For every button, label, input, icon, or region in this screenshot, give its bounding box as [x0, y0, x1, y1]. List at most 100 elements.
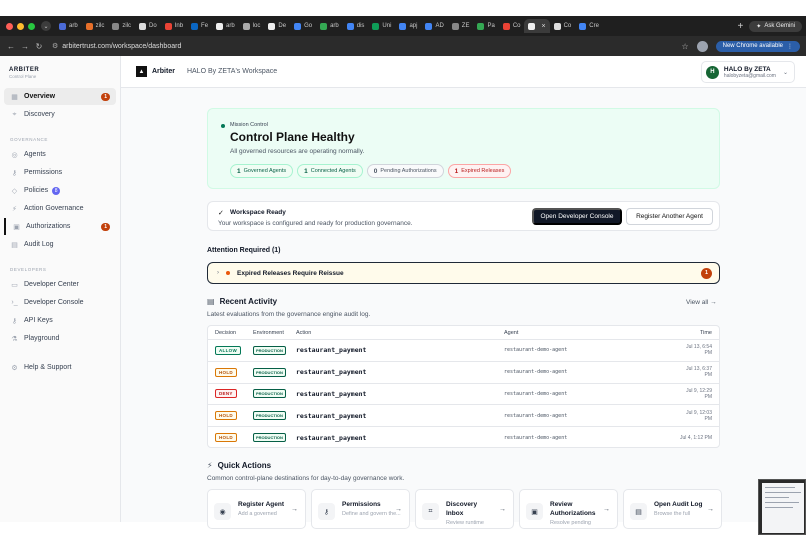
browser-tab[interactable]: Fe [187, 19, 212, 33]
browser-tab[interactable]: arb [316, 19, 343, 33]
view-all-link[interactable]: View all → [686, 299, 717, 306]
browser-tab[interactable]: Co [499, 19, 525, 33]
sidebar-item-label: Audit Log [24, 241, 54, 248]
forward-icon[interactable]: → [18, 42, 32, 51]
sidebar-item-audit-log[interactable]: ▤ Audit Log [4, 236, 116, 253]
sidebar-item-authorizations[interactable]: ▣ Authorizations 1 [4, 218, 116, 235]
tab-label: De [278, 23, 287, 29]
terminal-icon: ▭ [11, 281, 18, 289]
table-row[interactable]: HOLD PRODUCTION restaurant_payment restaura… [208, 427, 719, 447]
table-row[interactable]: ALLOW PRODUCTION restaurant_payment restaur… [208, 340, 719, 362]
sidebar-item-api-keys[interactable]: ⚷ API Keys [4, 312, 116, 329]
quick-action-open-audit-log[interactable]: ▤ Open Audit Log Browse the full → [623, 489, 722, 529]
count-badge: 1 [101, 92, 110, 101]
browser-tab[interactable]: × [524, 19, 550, 33]
attention-item-label: Expired Releases Require Reissue [237, 269, 344, 277]
browser-tab[interactable]: dis [343, 19, 369, 33]
browser-tab[interactable]: arb [55, 19, 82, 33]
stat-count: 1 [237, 167, 241, 175]
stat-pill[interactable]: 1 Governed Agents [230, 164, 294, 178]
tab-search-icon[interactable]: ⌄ [41, 21, 51, 31]
profile-avatar[interactable] [696, 40, 708, 52]
sidebar-item-playground[interactable]: ⚗ Playground [4, 330, 116, 347]
register-another-agent-button[interactable]: Register Another Agent [626, 208, 713, 225]
sidebar-item-developer-center[interactable]: ▭ Developer Center [4, 276, 116, 293]
browser-tab[interactable]: Do [135, 19, 161, 33]
browser-tab[interactable]: arb [212, 19, 239, 33]
site-info-icon[interactable]: ⚙ [52, 42, 58, 50]
stat-pill[interactable]: 1 Expired Releases [447, 164, 512, 178]
sidebar-item-label: Help & Support [24, 364, 72, 371]
browser-tab-strip: ⌄ arb zilc zilc Do Inb Fe arb loc De Go arb dis Uni a… [0, 16, 806, 36]
warning-dot-icon [226, 271, 230, 275]
table-row[interactable]: HOLD PRODUCTION restaurant_payment restaura… [208, 405, 719, 428]
tab-label: Fe [201, 23, 209, 29]
bookmark-star-icon[interactable]: ☆ [681, 42, 688, 51]
log-icon: ▤ [11, 241, 18, 249]
browser-tab[interactable]: De [264, 19, 290, 33]
close-tab-icon[interactable]: × [541, 23, 545, 30]
browser-tab[interactable]: zilc [108, 19, 135, 33]
quick-action-discovery-inbox[interactable]: ⌗ Discovery Inbox Review runtime → [415, 489, 514, 529]
browser-tab[interactable]: Inb [161, 19, 187, 33]
sidebar-item-discovery[interactable]: ⌖ Discovery [4, 106, 116, 123]
quick-action-title: Discovery Inbox [446, 501, 478, 517]
sidebar-item-overview[interactable]: ▦ Overview 1 [4, 88, 116, 105]
tab-favicon-icon [191, 22, 199, 30]
sidebar-item-agents[interactable]: ◎ Agents [4, 146, 116, 163]
browser-tab[interactable]: Go [290, 19, 316, 33]
arbiter-logo-icon[interactable]: ▲ [136, 66, 147, 77]
browser-tab[interactable]: ZE [448, 19, 474, 33]
stat-pill[interactable]: 0 Pending Authorizations [366, 164, 444, 178]
decision-badge: ALLOW [215, 345, 241, 355]
minimize-window-button[interactable] [17, 22, 24, 30]
tab-favicon-icon [294, 22, 302, 30]
environment-badge: PRODUCTION [253, 367, 286, 377]
sidebar-item-permissions[interactable]: ⚷ Permissions [4, 164, 116, 181]
column-time: Time [699, 329, 712, 336]
browser-tab[interactable]: zilc [82, 19, 109, 33]
time-cell: Jul 13, 6:54 PM [686, 344, 712, 357]
new-chrome-available-button[interactable]: New Chrome available ⋮ [715, 40, 800, 52]
sidebar-item-policies[interactable]: ◇ Policies 8 [4, 182, 116, 199]
tab-label: AD [435, 23, 444, 29]
browser-tab[interactable]: Pa [473, 19, 498, 33]
browser-tab[interactable]: apj [395, 19, 421, 33]
tab-favicon-icon [579, 22, 587, 30]
zoom-window-button[interactable] [28, 22, 35, 30]
sidebar-item-developer-console[interactable]: ›_ Developer Console [4, 294, 116, 311]
quick-actions-title: Quick Actions [217, 461, 272, 470]
table-row[interactable]: DENY PRODUCTION restaurant_payment restaura… [208, 384, 719, 406]
ask-gemini-button[interactable]: ✦ Ask Gemini [749, 20, 802, 32]
check-icon: ✓ [218, 210, 224, 217]
url-field[interactable]: ⚙ arbitertrust.com/workspace/dashboard [52, 42, 681, 51]
tab-label: Do [149, 23, 157, 29]
browser-tab[interactable]: Cre [575, 19, 603, 33]
page-title: Control Plane Healthy [230, 130, 355, 144]
stat-pill[interactable]: 1 Connected Agents [297, 164, 363, 178]
sidebar-top-nav: ▦ Overview 1 ⌖ Discovery [0, 88, 120, 123]
sidebar-item-label: Developer Console [24, 299, 84, 306]
user-menu[interactable]: H HALO By ZETA halobyzeta@gmail.com ⌄ [700, 61, 795, 83]
back-icon[interactable]: ← [4, 42, 18, 51]
attention-item[interactable]: › Expired Releases Require Reissue 1 [207, 262, 720, 284]
reload-icon[interactable]: ↻ [32, 42, 46, 51]
address-bar: ← → ↻ ⚙ arbitertrust.com/workspace/dashb… [0, 36, 806, 56]
sidebar-item-action-governance[interactable]: ⚡ Action Governance [4, 200, 116, 217]
quick-action-review-authorizations[interactable]: ▣ Review Authorizations Resolve pending → [519, 489, 618, 529]
open-developer-console-button[interactable]: Open Developer Console [532, 208, 622, 225]
sidebar-item-help[interactable]: ⚙ Help & Support [4, 359, 116, 376]
screen-preview-thumbnail[interactable] [758, 479, 806, 535]
browser-tab[interactable]: AD [421, 19, 447, 33]
sidebar: ARBITER Control Plane ▦ Overview 1 ⌖ Discove… [0, 56, 121, 522]
browser-tab[interactable]: Uni [368, 19, 395, 33]
app-root: ARBITER Control Plane ▦ Overview 1 ⌖ Discove… [0, 56, 806, 535]
quick-action-register-agent[interactable]: ◉ Register Agent Add a governed → [207, 489, 306, 529]
table-row[interactable]: HOLD PRODUCTION restaurant_payment restaura… [208, 362, 719, 384]
browser-tab[interactable]: Co [550, 19, 576, 33]
new-tab-button[interactable]: + [731, 21, 749, 32]
close-window-button[interactable] [6, 22, 13, 30]
quick-action-permissions[interactable]: ⚷ Permissions Define and govern the... → [311, 489, 410, 529]
browser-tab[interactable]: loc [239, 19, 265, 33]
tab-label: zilc [95, 23, 105, 29]
